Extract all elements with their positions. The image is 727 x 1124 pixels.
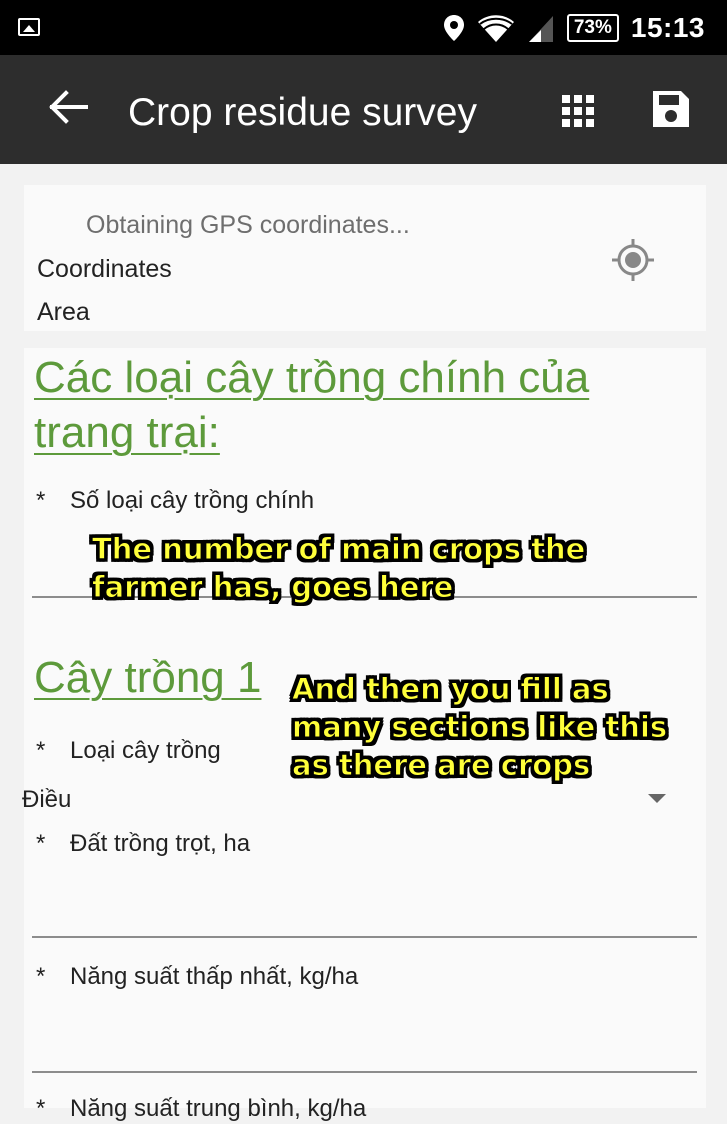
required-marker: *: [36, 737, 46, 764]
area-label: Area: [37, 298, 90, 326]
num-crops-label-text: Số loại cây trồng chính: [70, 487, 315, 514]
field-label-min-yield: * Năng suất thấp nhất, kg/ha: [36, 962, 358, 992]
annotation-num-crops: The number of main crops the farmer has,…: [91, 532, 586, 605]
signal-icon: [528, 16, 553, 42]
coordinates-label: Coordinates: [37, 255, 172, 283]
section-heading-crop-1: Cây trồng 1: [34, 653, 262, 702]
gps-target-icon[interactable]: [610, 237, 656, 283]
required-marker: *: [36, 1095, 46, 1122]
section-heading-main-crops: Các loại cây trồng chính của trang trại:: [34, 353, 590, 457]
back-arrow-icon[interactable]: [46, 85, 90, 129]
cultivated-area-label-text: Đất trồng trọt, ha: [70, 830, 251, 857]
field-label-next-partial: * Năng suất trung bình, kg/ha: [36, 1094, 366, 1124]
battery-icon: 73%: [566, 14, 619, 42]
field-label-crop-type: * Loại cây trồng: [36, 736, 221, 766]
status-icons: 73% 15:13: [443, 10, 705, 46]
page-title: Crop residue survey: [128, 91, 477, 134]
gps-status-text: Obtaining GPS coordinates...: [86, 211, 410, 239]
required-marker: *: [36, 487, 46, 514]
grid-menu-icon[interactable]: [560, 93, 596, 129]
clock: 15:13: [630, 12, 705, 43]
field-label-cultivated-area: * Đất trồng trọt, ha: [36, 829, 250, 859]
annotation-crop-sections: And then you fill as many sections like …: [291, 672, 668, 783]
min-yield-label-text: Năng suất thấp nhất, kg/ha: [70, 963, 359, 990]
status-bar: 73% 15:13: [0, 0, 727, 55]
required-marker: *: [36, 830, 46, 857]
location-pin-icon: [443, 15, 464, 41]
crop-type-dropdown[interactable]: Điều: [22, 786, 71, 814]
required-marker: *: [36, 963, 46, 990]
min-yield-input[interactable]: [32, 1071, 697, 1073]
field-label-num-crops: * Số loại cây trồng chính: [36, 486, 314, 516]
gps-card: Obtaining GPS coordinates... Coordinates…: [24, 185, 706, 331]
image-icon: [18, 18, 40, 36]
next-label-text: Năng suất trung bình, kg/ha: [70, 1095, 367, 1122]
save-icon[interactable]: [651, 89, 691, 129]
wifi-icon: [477, 15, 514, 42]
app-toolbar: Crop residue survey: [0, 55, 727, 164]
cultivated-area-input[interactable]: [32, 936, 697, 938]
chevron-down-icon[interactable]: [648, 794, 666, 803]
crop-type-label-text: Loại cây trồng: [70, 737, 221, 764]
